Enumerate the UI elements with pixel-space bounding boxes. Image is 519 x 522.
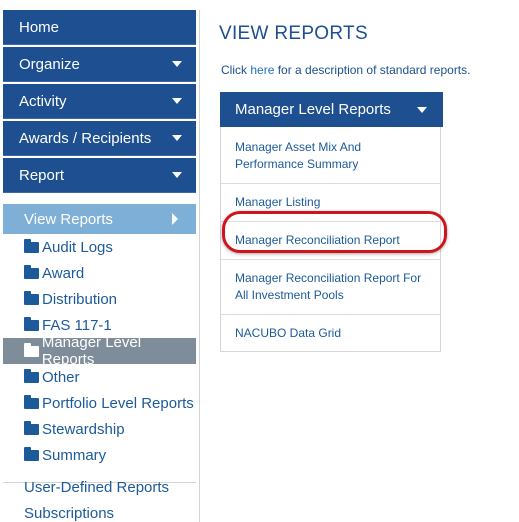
caret-down-icon bbox=[417, 107, 427, 113]
view-reports-item[interactable]: View Reports bbox=[3, 204, 196, 234]
nav-activity[interactable]: Activity bbox=[3, 84, 196, 119]
folder-label: Distribution bbox=[42, 290, 118, 308]
report-label: Manager Asset Mix And Performance Summar… bbox=[235, 140, 362, 171]
folder-icon bbox=[24, 316, 39, 331]
folder-label: Other bbox=[42, 368, 80, 386]
nav-awards-recipients[interactable]: Awards / Recipients bbox=[3, 121, 196, 156]
nav-organize-label: Organize bbox=[19, 55, 80, 73]
main-content: VIEW REPORTS Click here for a descriptio… bbox=[200, 10, 519, 522]
nav-activity-label: Activity bbox=[19, 92, 67, 110]
folder-icon bbox=[24, 394, 39, 409]
highlight-annotation bbox=[222, 211, 447, 253]
caret-right-icon bbox=[172, 213, 178, 225]
panel-title: Manager Level Reports bbox=[235, 101, 391, 118]
panel-header-dropdown[interactable]: Manager Level Reports bbox=[220, 92, 443, 127]
nav-awards-label: Awards / Recipients bbox=[19, 129, 152, 147]
folder-label: Portfolio Level Reports bbox=[42, 394, 194, 412]
folder-label: Summary bbox=[42, 446, 107, 464]
folder-stewardship[interactable]: Stewardship bbox=[3, 416, 196, 442]
user-defined-reports-link[interactable]: User-Defined Reports bbox=[24, 479, 169, 496]
folder-icon bbox=[24, 238, 39, 253]
report-nacubo-data-grid[interactable]: NACUBO Data Grid bbox=[221, 315, 440, 351]
top-strip bbox=[0, 0, 519, 10]
folder-icon bbox=[24, 264, 39, 279]
report-label: NACUBO Data Grid bbox=[235, 326, 342, 340]
intro-text: Click here for a description of standard… bbox=[221, 63, 470, 77]
folder-audit-logs[interactable]: Audit Logs bbox=[3, 234, 196, 260]
folder-award[interactable]: Award bbox=[3, 260, 196, 286]
folder-summary[interactable]: Summary bbox=[3, 442, 196, 468]
subscriptions-link[interactable]: Subscriptions bbox=[24, 505, 114, 522]
folder-label: FAS 117-1 bbox=[42, 316, 112, 334]
folder-icon bbox=[24, 420, 39, 435]
caret-down-icon bbox=[172, 98, 182, 104]
report-label: Manager Reconciliation Report For All In… bbox=[235, 271, 422, 302]
folder-label: Stewardship bbox=[42, 420, 125, 438]
folder-label: Audit Logs bbox=[42, 238, 113, 256]
nav-home[interactable]: Home bbox=[3, 10, 196, 45]
folder-icon bbox=[24, 446, 39, 461]
folder-manager-level-reports[interactable]: Manager Level Reports bbox=[3, 334, 196, 368]
here-link[interactable]: here bbox=[250, 63, 274, 77]
folder-label: Manager Level Reports bbox=[41, 334, 142, 368]
report-label: Manager Listing bbox=[235, 195, 321, 209]
caret-down-icon bbox=[172, 135, 182, 141]
folder-icon bbox=[24, 342, 39, 357]
nav-report-label: Report bbox=[19, 166, 65, 184]
folder-icon bbox=[24, 290, 39, 305]
nav-report[interactable]: Report bbox=[3, 158, 196, 193]
folder-other[interactable]: Other bbox=[3, 364, 196, 390]
caret-down-icon bbox=[172, 61, 182, 67]
folder-icon bbox=[24, 368, 39, 383]
intro-suffix: for a description of standard reports. bbox=[274, 63, 471, 77]
nav-home-label: Home bbox=[19, 18, 60, 36]
caret-down-icon bbox=[172, 172, 182, 178]
report-reconciliation-all-pools[interactable]: Manager Reconciliation Report For All In… bbox=[221, 260, 440, 315]
intro-prefix: Click bbox=[221, 63, 251, 77]
page-title: VIEW REPORTS bbox=[219, 23, 368, 44]
folder-label: Award bbox=[42, 264, 85, 282]
nav-organize[interactable]: Organize bbox=[3, 47, 196, 82]
folder-portfolio-level-reports[interactable]: Portfolio Level Reports bbox=[3, 390, 196, 416]
report-asset-mix[interactable]: Manager Asset Mix And Performance Summar… bbox=[221, 127, 440, 184]
sidebar: Home Organize Activity Awards / Recipien… bbox=[0, 10, 200, 522]
view-reports-label: View Reports bbox=[24, 210, 113, 228]
folder-distribution[interactable]: Distribution bbox=[3, 286, 196, 312]
